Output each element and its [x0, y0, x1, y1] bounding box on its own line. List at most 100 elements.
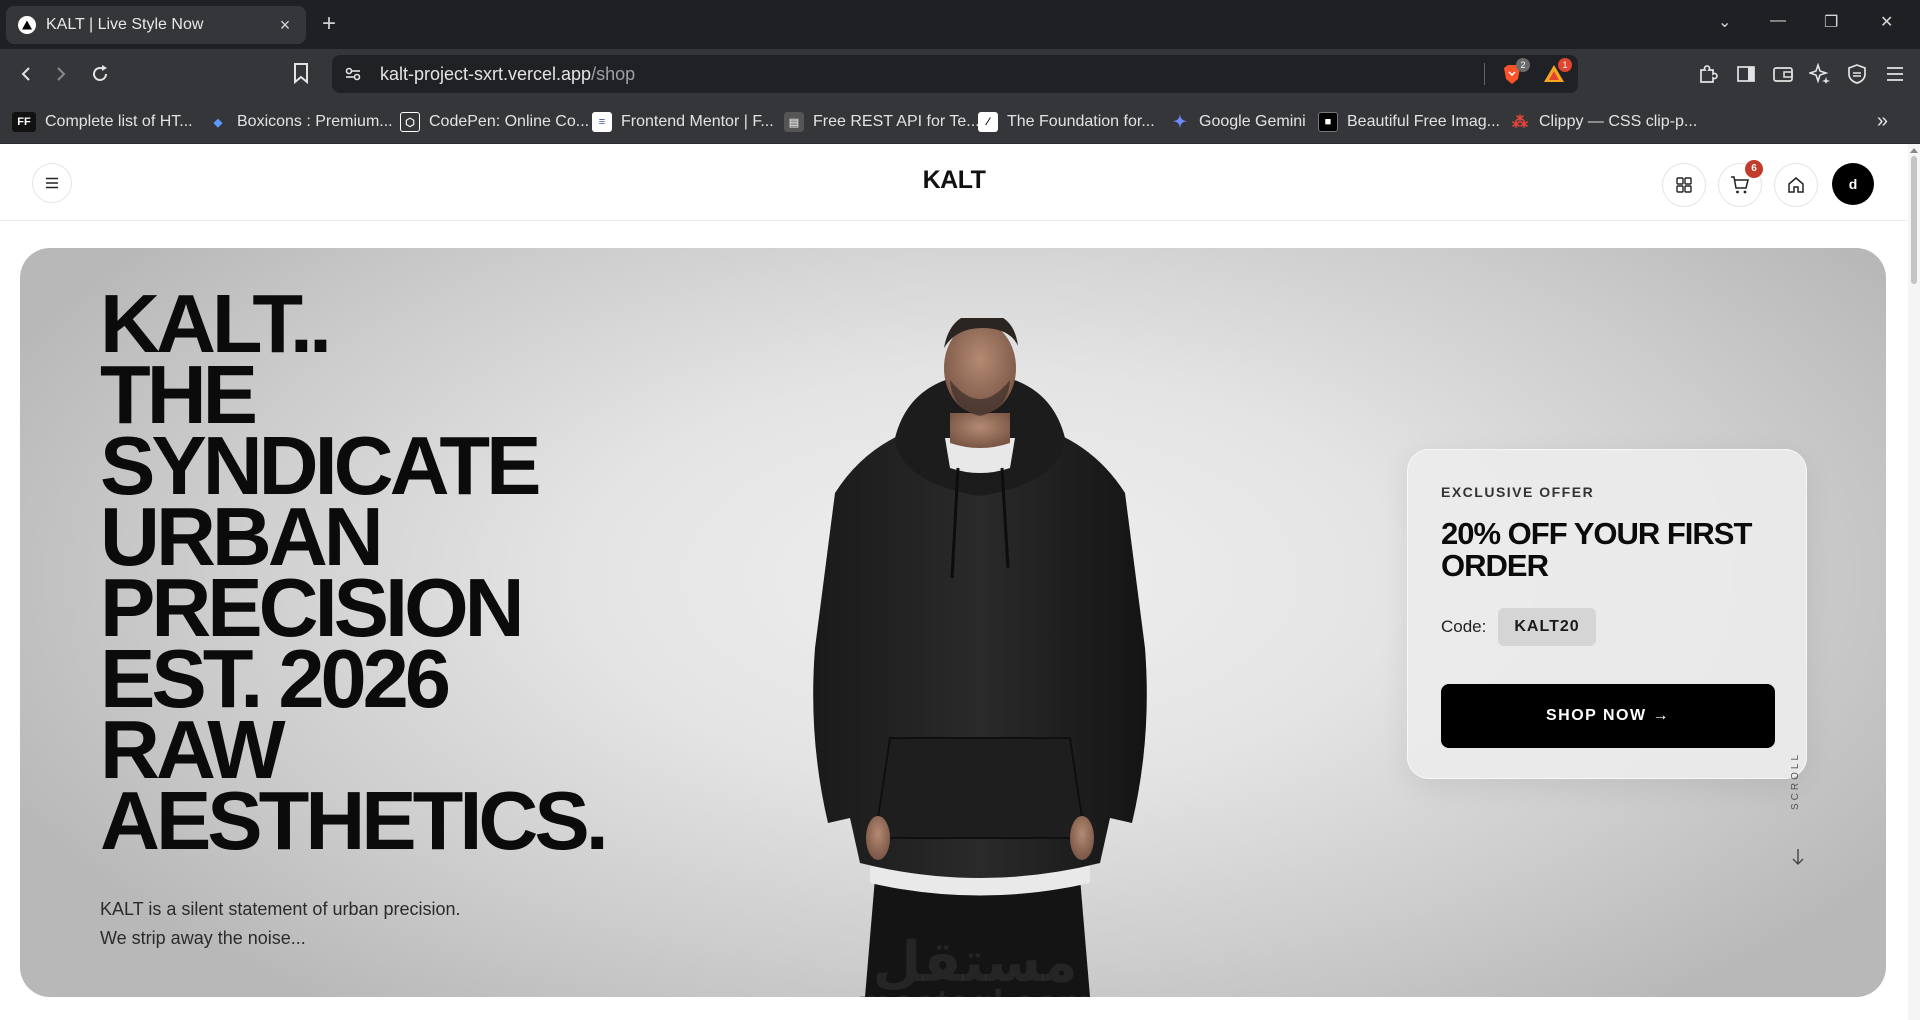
sparkle-ai-icon	[1809, 63, 1830, 84]
scroll-up-arrow-icon[interactable]	[1910, 148, 1918, 153]
browser-tab[interactable]: KALT | Live Style Now ×	[6, 6, 306, 44]
bookmark-favicon-icon: ⁄	[978, 112, 998, 132]
bookmark-label: Complete list of HT...	[45, 113, 193, 130]
bookmark-label: Beautiful Free Imag...	[1347, 113, 1500, 130]
headline-line: AESTHETICS.	[100, 774, 609, 867]
wallet-icon	[1773, 67, 1793, 82]
rewards-count-badge: 1	[1558, 58, 1572, 72]
url-text[interactable]: kalt-project-sxrt.vercel.app/shop	[380, 64, 635, 85]
bookmark-favicon-icon: ◆	[213, 116, 223, 129]
bookmark-item[interactable]: ⁄ The Foundation for...	[978, 110, 1155, 134]
hero-headline: KALT.. THE SYNDICATE URBAN PRECISION EST…	[100, 282, 800, 867]
site-settings-icon[interactable]	[344, 65, 362, 83]
bookmark-favicon-icon: ≡	[592, 112, 612, 132]
reload-icon	[93, 65, 107, 81]
back-button[interactable]	[14, 62, 38, 86]
browser-toolbar: kalt-project-sxrt.vercel.app/shop 2 1	[0, 49, 1920, 100]
bookmarks-overflow-icon[interactable]: »	[1877, 110, 1888, 133]
url-path: /shop	[591, 64, 636, 84]
close-window-button[interactable]: ✕	[1880, 12, 1893, 32]
address-bar[interactable]: kalt-project-sxrt.vercel.app/shop 2 1	[332, 55, 1578, 93]
tab-search-icon[interactable]: ⌄	[1718, 12, 1731, 32]
forward-button[interactable]	[49, 62, 73, 86]
home-icon	[1788, 177, 1804, 193]
promo-code-chip[interactable]: KALT20	[1498, 608, 1596, 646]
shop-now-button[interactable]: SHOP NOW →	[1441, 684, 1775, 748]
offer-card: EXCLUSIVE OFFER 20% OFF YOUR FIRST ORDER…	[1407, 449, 1807, 779]
bookmark-label: CodePen: Online Co...	[429, 113, 590, 130]
offer-eyebrow: EXCLUSIVE OFFER	[1441, 484, 1595, 500]
bookmark-item[interactable]: ≡ Frontend Mentor | F...	[592, 110, 774, 134]
home-button[interactable]	[1774, 163, 1818, 207]
offer-title: 20% OFF YOUR FIRST ORDER	[1441, 516, 1752, 583]
restore-button[interactable]: ❐	[1824, 12, 1838, 32]
arrow-down-icon	[1792, 849, 1804, 865]
hamburger-menu-icon	[1887, 67, 1903, 81]
description-line: KALT is a silent statement of urban prec…	[100, 899, 461, 919]
bookmark-label: Frontend Mentor | F...	[621, 113, 774, 130]
wallet-button[interactable]	[1771, 62, 1795, 86]
minimize-button[interactable]: —	[1770, 12, 1786, 30]
bookmark-favicon-icon: ⬡	[400, 112, 420, 132]
leo-ai-button[interactable]	[1808, 62, 1832, 86]
extensions-button[interactable]	[1696, 62, 1720, 86]
watermark-latin: mostaql.com	[845, 985, 1105, 997]
hero-description: KALT is a silent statement of urban prec…	[100, 895, 461, 953]
scroll-label: SCROLL	[1790, 751, 1801, 810]
categories-button[interactable]	[1662, 163, 1706, 207]
bookmark-item[interactable]: ⁂ Clippy — CSS clip-p...	[1510, 110, 1697, 134]
bookmark-item[interactable]: FF Complete list of HT...	[12, 110, 193, 134]
hero-section: KALT.. THE SYNDICATE URBAN PRECISION EST…	[20, 248, 1886, 997]
bookmark-item[interactable]: ⬡ CodePen: Online Co...	[400, 110, 589, 134]
url-host: kalt-project-sxrt.vercel.app	[380, 64, 592, 84]
bookmark-label: The Foundation for...	[1007, 113, 1155, 130]
brave-shields-button[interactable]: 2	[1500, 58, 1530, 86]
description-line: We strip away the noise...	[100, 928, 306, 948]
grid-icon	[1676, 177, 1692, 193]
omnibox-divider	[1484, 63, 1485, 85]
bookmark-label: Boxicons : Premium...	[237, 113, 393, 130]
bookmarks-bar: FF Complete list of HT... ◆ Boxicons : P…	[0, 100, 1920, 144]
forward-arrow-icon	[57, 67, 66, 81]
bookmark-label: Clippy — CSS clip-p...	[1539, 113, 1698, 130]
bookmark-item[interactable]: ▤ Free REST API for Te...	[784, 110, 980, 134]
bookmark-favicon-icon: ■	[1318, 112, 1338, 132]
puzzle-piece-icon	[1700, 65, 1718, 83]
shield-icon	[1848, 64, 1866, 84]
sidebar-toggle-button[interactable]	[1734, 62, 1758, 86]
bookmark-page-button[interactable]	[292, 62, 310, 89]
tab-title: KALT | Live Style Now	[46, 16, 204, 33]
hero-model-image	[813, 318, 1147, 997]
bookmark-favicon-icon: ▤	[784, 112, 804, 132]
cart-count-badge: 6	[1745, 160, 1763, 178]
site-logo[interactable]: KALT	[0, 166, 1908, 195]
bookmark-label: Google Gemini	[1199, 113, 1306, 130]
sidebar-icon	[1737, 66, 1755, 82]
shields-count-badge: 2	[1516, 58, 1530, 72]
code-label: Code:	[1441, 617, 1487, 636]
site-header: KALT 6 d	[0, 144, 1908, 221]
bookmark-favicon-icon: FF	[12, 112, 36, 132]
reload-button[interactable]	[88, 62, 112, 86]
bookmark-item[interactable]: ◆ Boxicons : Premium...	[208, 110, 393, 134]
bookmark-favicon-icon: ⁂	[1512, 114, 1528, 131]
bookmark-label: Free REST API for Te...	[813, 113, 980, 130]
bookmark-icon	[294, 63, 308, 85]
browser-tab-bar: KALT | Live Style Now × + ⌄ — ❐ ✕	[0, 0, 1920, 49]
scroll-indicator[interactable]: SCROLL	[1786, 748, 1810, 978]
vpn-button[interactable]	[1845, 62, 1869, 86]
page-scrollbar[interactable]	[1908, 144, 1920, 1020]
tab-close-icon[interactable]: ×	[276, 15, 294, 36]
back-arrow-icon	[21, 67, 30, 81]
page-viewport: KALT 6 d KALT.. THE SYNDICATE URBAN PREC…	[0, 144, 1920, 1020]
scrollbar-thumb[interactable]	[1911, 156, 1917, 284]
bookmark-item[interactable]: ■ Beautiful Free Imag...	[1318, 110, 1500, 134]
user-avatar[interactable]: d	[1832, 163, 1874, 205]
promo-code-row: Code: KALT20	[1441, 608, 1596, 646]
cart-button[interactable]: 6	[1718, 160, 1763, 207]
main-menu-button[interactable]	[1883, 62, 1907, 86]
watermark-arabic: مستقل	[872, 930, 1078, 995]
bookmark-item[interactable]: ✦ Google Gemini	[1170, 110, 1306, 134]
brave-rewards-button[interactable]: 1	[1542, 58, 1572, 86]
new-tab-button[interactable]: +	[322, 10, 336, 38]
